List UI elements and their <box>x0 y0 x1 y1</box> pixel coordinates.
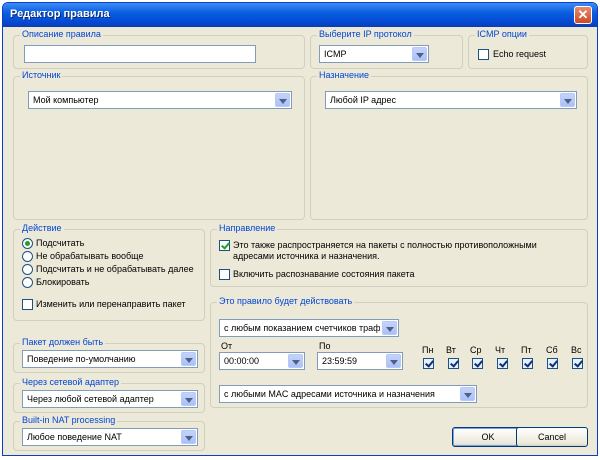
chevron-down-icon[interactable] <box>181 392 196 406</box>
day-label-wed: Ср <box>470 345 482 355</box>
day-checkbox-wed[interactable] <box>472 358 483 369</box>
source-group: Источник Мой компьютер <box>13 70 305 220</box>
radio-count-stop[interactable] <box>22 264 33 275</box>
nat-processing-legend: Built-in NAT processing <box>20 415 118 425</box>
via-adapter-group: Через сетевой адаптер Через любой сетево… <box>13 377 205 413</box>
rule-description-legend: Описание правила <box>20 29 103 39</box>
packet-behavior-select[interactable]: Поведение по-умолчанию <box>22 350 198 368</box>
packet-behavior-value: Поведение по-умолчанию <box>27 354 136 364</box>
source-value: Мой компьютер <box>33 95 99 105</box>
chevron-down-icon[interactable] <box>181 430 196 444</box>
time-to-value: 23:59:59 <box>322 356 358 366</box>
time-from-value: 00:00:00 <box>224 356 260 366</box>
direction-legend: Направление <box>217 223 278 233</box>
day-label-sat: Сб <box>546 345 558 355</box>
chevron-down-icon[interactable] <box>386 354 401 368</box>
adapter-select[interactable]: Через любой сетевой адаптер <box>22 390 198 408</box>
destination-select[interactable]: Любой IP адрес <box>325 91 577 109</box>
action-group: Действие Подсчитать Не обрабатывать вооб… <box>13 223 205 321</box>
title-bar[interactable]: Редактор правила ✕ <box>3 3 597 27</box>
day-label-tue: Вт <box>446 345 456 355</box>
cancel-button[interactable]: Cancel <box>516 427 588 447</box>
packet-must-be-group: Пакет должен быть Поведение по-умолчанию <box>13 337 205 373</box>
day-checkbox-mon[interactable] <box>423 358 434 369</box>
rule-description-group: Описание правила <box>13 29 305 69</box>
source-select[interactable]: Мой компьютер <box>28 91 292 109</box>
day-checkbox-sat[interactable] <box>547 358 558 369</box>
destination-group: Назначение Любой IP адрес <box>310 70 588 220</box>
chevron-down-icon[interactable] <box>181 352 196 366</box>
echo-request-label: Echo request <box>493 49 547 59</box>
radio-block[interactable] <box>22 277 33 288</box>
mac-address-select[interactable]: с любыми MAC адресами источника и назнач… <box>219 385 477 403</box>
stateful-label: Включить распознавание состояния пакета <box>233 269 415 279</box>
mirror-checkbox[interactable] <box>219 240 230 251</box>
day-label-mon: Пн <box>422 345 434 355</box>
mac-address-value: с любыми MAC адресами источника и назнач… <box>224 389 435 399</box>
chevron-down-icon[interactable] <box>382 321 397 335</box>
echo-request-checkbox[interactable] <box>478 49 489 60</box>
nat-processing-group: Built-in NAT processing Любое поведение … <box>13 415 205 451</box>
packet-must-be-legend: Пакет должен быть <box>20 337 106 347</box>
stateful-checkbox[interactable] <box>219 269 230 280</box>
radio-no-process-label: Не обрабатывать вообще <box>36 251 144 261</box>
destination-legend: Назначение <box>317 70 372 80</box>
schedule-group: Это правило будет действовать с любым по… <box>210 296 588 408</box>
from-label: От <box>221 341 233 351</box>
redirect-label: Изменить или перенаправить пакет <box>36 299 186 309</box>
mirror-label-line2: адресами источника и назначения. <box>233 251 380 261</box>
close-icon[interactable]: ✕ <box>574 6 592 24</box>
ok-button[interactable]: OK <box>452 427 524 447</box>
ip-protocol-group: Выберите IP протокол ICMP <box>310 29 463 69</box>
adapter-value: Через любой сетевой адаптер <box>27 394 154 404</box>
chevron-down-icon[interactable] <box>460 387 475 401</box>
icmp-options-group: ICMP опции Echo request <box>468 29 588 69</box>
via-adapter-legend: Через сетевой адаптер <box>20 377 122 387</box>
traffic-counter-select[interactable]: с любым показанием счетчиков трафика <box>219 319 399 337</box>
ip-protocol-legend: Выберите IP протокол <box>317 29 414 39</box>
rule-editor-dialog: Редактор правила ✕ Описание правила Выбе… <box>2 2 598 456</box>
day-checkbox-sun[interactable] <box>572 358 583 369</box>
chevron-down-icon[interactable] <box>275 93 290 107</box>
day-label-thu: Чт <box>495 345 506 355</box>
action-legend: Действие <box>20 223 64 233</box>
day-label-fri: Пт <box>521 345 532 355</box>
nat-select[interactable]: Любое поведение NAT <box>22 428 198 446</box>
chevron-down-icon[interactable] <box>412 47 427 61</box>
day-checkbox-fri[interactable] <box>522 358 533 369</box>
direction-group: Направление Это также распространяется н… <box>210 223 588 287</box>
radio-count[interactable] <box>22 238 33 249</box>
schedule-legend: Это правило будет действовать <box>217 296 355 306</box>
icmp-options-legend: ICMP опции <box>475 29 529 39</box>
time-to-select[interactable]: 23:59:59 <box>317 352 403 370</box>
to-label: По <box>319 341 331 351</box>
ip-protocol-value: ICMP <box>324 49 347 59</box>
redirect-checkbox[interactable] <box>22 299 33 310</box>
chevron-down-icon[interactable] <box>288 354 303 368</box>
radio-block-label: Блокировать <box>36 277 90 287</box>
radio-count-label: Подсчитать <box>36 238 85 248</box>
radio-no-process[interactable] <box>22 251 33 262</box>
source-legend: Источник <box>20 70 63 80</box>
radio-count-stop-label: Подсчитать и не обрабатывать далее <box>36 264 194 274</box>
time-from-select[interactable]: 00:00:00 <box>219 352 305 370</box>
destination-value: Любой IP адрес <box>330 95 396 105</box>
nat-value: Любое поведение NAT <box>27 432 122 442</box>
day-checkbox-thu[interactable] <box>497 358 508 369</box>
traffic-counter-value: с любым показанием счетчиков трафика <box>224 323 380 333</box>
chevron-down-icon[interactable] <box>560 93 575 107</box>
rule-description-input[interactable] <box>24 45 256 63</box>
day-label-sun: Вс <box>571 345 582 355</box>
window-title: Редактор правила <box>10 8 110 20</box>
ip-protocol-select[interactable]: ICMP <box>319 45 429 63</box>
day-checkbox-tue[interactable] <box>448 358 459 369</box>
mirror-label-line1: Это также распространяется на пакеты с п… <box>233 240 537 250</box>
